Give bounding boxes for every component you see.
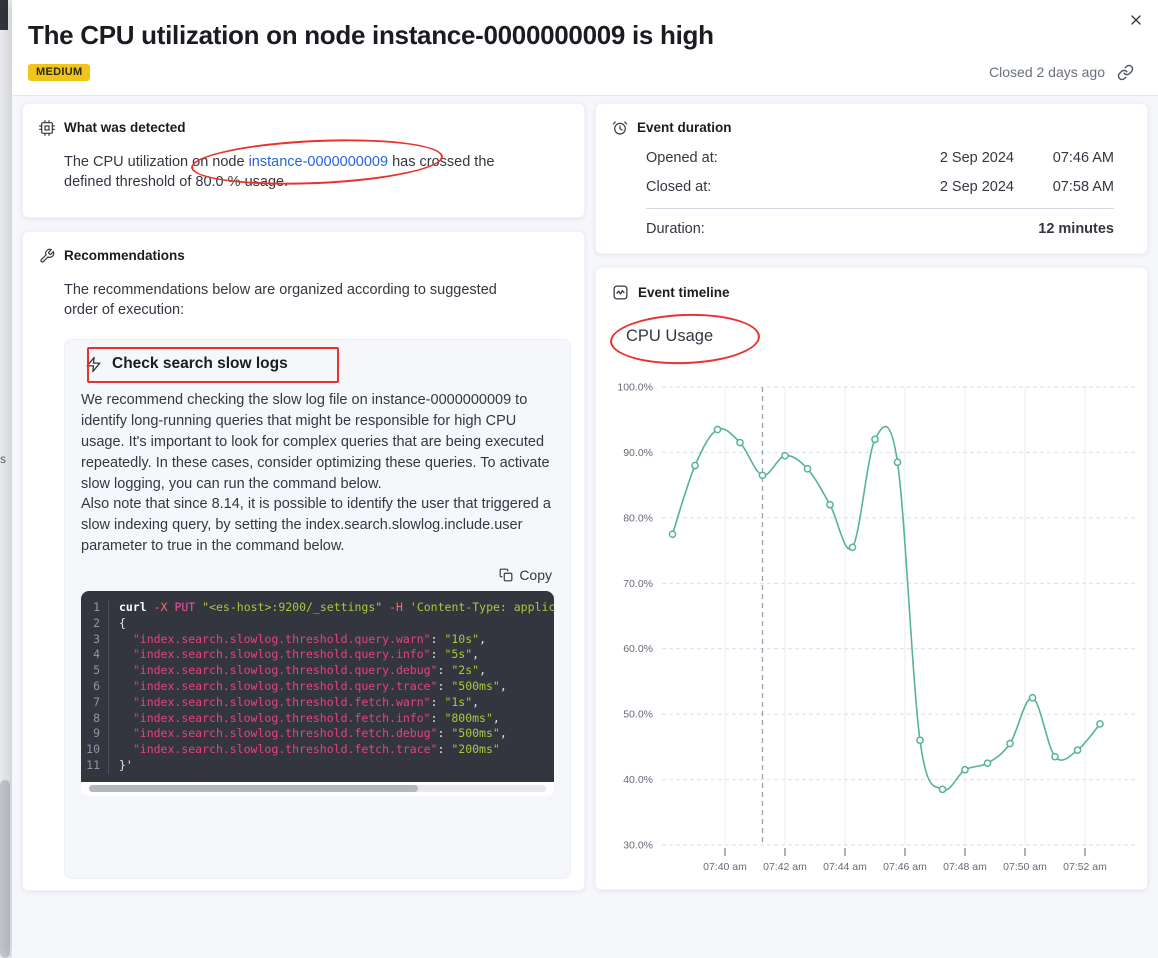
page-title: The CPU utilization on node instance-000… (28, 20, 714, 50)
page-behind-strip: s (0, 0, 12, 958)
svg-text:90.0%: 90.0% (623, 447, 653, 459)
right-column: Event duration Opened at: 2 Sep 2024 07:46… (595, 102, 1148, 890)
line-number: 6 (81, 679, 109, 695)
code-line: 11}' (81, 758, 554, 774)
code-line: 2{ (81, 615, 554, 632)
duration-rows: Opened at: 2 Sep 2024 07:46 AM Closed at: 2 … (596, 136, 1147, 253)
svg-text:07:40 am: 07:40 am (703, 861, 747, 873)
cpu-chip-icon (39, 119, 55, 136)
duration-divider (646, 207, 1114, 209)
flyout-body: What was detected The CPU utilization on… (12, 96, 1158, 891)
recommendation-panel: Check search slow logs We recommend chec… (64, 339, 571, 880)
svg-text:07:52 am: 07:52 am (1063, 861, 1107, 873)
closed-status: Closed 2 days ago (989, 64, 1105, 81)
alarm-clock-icon (612, 121, 628, 135)
copy-label: Copy (519, 567, 552, 584)
duration-row: Closed at: 2 Sep 2024 07:58 AM (646, 178, 1114, 195)
duration-row: Opened at: 2 Sep 2024 07:46 AM (646, 149, 1114, 166)
line-number: 1 (81, 600, 109, 616)
code-line: 1 curl -X PUT "<es-host>:9200/_settings" … (81, 600, 554, 616)
line-number: 2 (81, 615, 109, 632)
recommendations-card: Recommendations The recommendations belo… (22, 230, 585, 891)
line-number: 4 (81, 647, 109, 664)
recommendation-body: We recommend checking the slow log file … (81, 390, 554, 557)
page-behind-text-fragment: s (0, 452, 6, 466)
line-number: 9 (81, 726, 109, 743)
code-scrollbar (81, 782, 554, 796)
flyout-header: The CPU utilization on node instance-000… (12, 0, 1158, 96)
recommendation-paragraph: Also note that since 8.14, it is possibl… (81, 496, 551, 555)
code-container: 1 curl -X PUT "<es-host>:9200/_settings" … (81, 591, 554, 796)
svg-text:07:42 am: 07:42 am (763, 861, 807, 873)
copy-icon (499, 568, 513, 582)
line-number: 11 (81, 758, 109, 774)
event-timeline-card: Event timeline CPU Usage 100.0% 90.0% 80.0… (595, 266, 1148, 890)
duration-total-row: Duration: 12 minutes (646, 220, 1114, 237)
recommendation-header: Check search slow logs (81, 347, 554, 384)
alert-flyout: The CPU utilization on node instance-000… (12, 0, 1158, 958)
code-scrollbar-track[interactable] (89, 784, 546, 792)
badge-row: MEDIUM Closed 2 days ago (28, 63, 1134, 81)
code-line: 5 "index.search.slowlog.threshold.query.… (81, 663, 554, 680)
svg-text:30.0%: 30.0% (623, 839, 653, 851)
left-column: What was detected The CPU utilization on… (22, 102, 585, 891)
detected-card: What was detected The CPU utilization on… (22, 102, 585, 218)
event-duration-card: Event duration Opened at: 2 Sep 2024 07:46… (595, 102, 1148, 254)
code-line: 8 "index.search.slowlog.threshold.fetch.… (81, 710, 554, 727)
svg-text:07:50 am: 07:50 am (1003, 861, 1047, 873)
recommendations-heading: Recommendations (64, 248, 185, 264)
detected-text-before: The CPU utilization on node (64, 153, 249, 170)
line-number: 7 (81, 694, 109, 711)
close-icon (1131, 15, 1141, 25)
detected-heading: What was detected (64, 120, 186, 136)
code-line: 3 "index.search.slowlog.threshold.query.… (81, 631, 554, 648)
svg-text:100.0%: 100.0% (617, 381, 653, 393)
page-behind-fragment (0, 0, 8, 30)
cpu-usage-chart[interactable]: 100.0% 90.0% 80.0% 70.0% 60.0% 50.0% 40.0% 30.0… (596, 268, 1148, 890)
code-line: 9 "index.search.slowlog.threshold.fetch.… (81, 726, 554, 743)
link-chain-icon[interactable] (1117, 64, 1134, 81)
wrench-icon (40, 248, 55, 263)
line-number: 5 (81, 663, 109, 680)
code-scrollbar-thumb[interactable] (89, 784, 419, 792)
severity-badge: MEDIUM (28, 63, 91, 81)
recommendation-paragraph: We recommend checking the slow log file … (81, 392, 550, 492)
code-line: 4 "index.search.slowlog.threshold.query.… (81, 647, 554, 664)
svg-text:60.0%: 60.0% (623, 643, 653, 655)
recommendations-intro: The recommendations below are organized … (64, 281, 497, 319)
line-number: 10 (81, 742, 109, 758)
instance-link[interactable]: instance-0000000009 (249, 154, 388, 170)
page-scrollbar-thumb[interactable] (0, 780, 10, 958)
line-number: 8 (81, 710, 109, 727)
svg-text:80.0%: 80.0% (623, 512, 653, 524)
detected-text: The CPU utilization on node instance-000… (64, 134, 523, 193)
event-duration-heading: Event duration (637, 120, 732, 136)
svg-text:70.0%: 70.0% (623, 578, 653, 590)
code-line: 6 "index.search.slowlog.threshold.query.… (81, 679, 554, 695)
svg-text:40.0%: 40.0% (623, 774, 653, 786)
line-number: 3 (81, 631, 109, 648)
svg-text:07:48 am: 07:48 am (943, 861, 987, 873)
copy-button[interactable]: Copy (83, 567, 552, 583)
bolt-icon (86, 356, 101, 372)
recommendation-title: Check search slow logs (112, 355, 288, 373)
code-line: 10 "index.search.slowlog.threshold.fetch… (81, 742, 554, 758)
code-line: 7 "index.search.slowlog.threshold.fetch.… (81, 694, 554, 711)
close-button[interactable] (1122, 6, 1150, 34)
svg-text:07:44 am: 07:44 am (823, 861, 867, 873)
code-block: 1 curl -X PUT "<es-host>:9200/_settings" … (81, 591, 554, 782)
svg-text:07:46 am: 07:46 am (883, 861, 927, 873)
svg-text:50.0%: 50.0% (623, 708, 653, 720)
